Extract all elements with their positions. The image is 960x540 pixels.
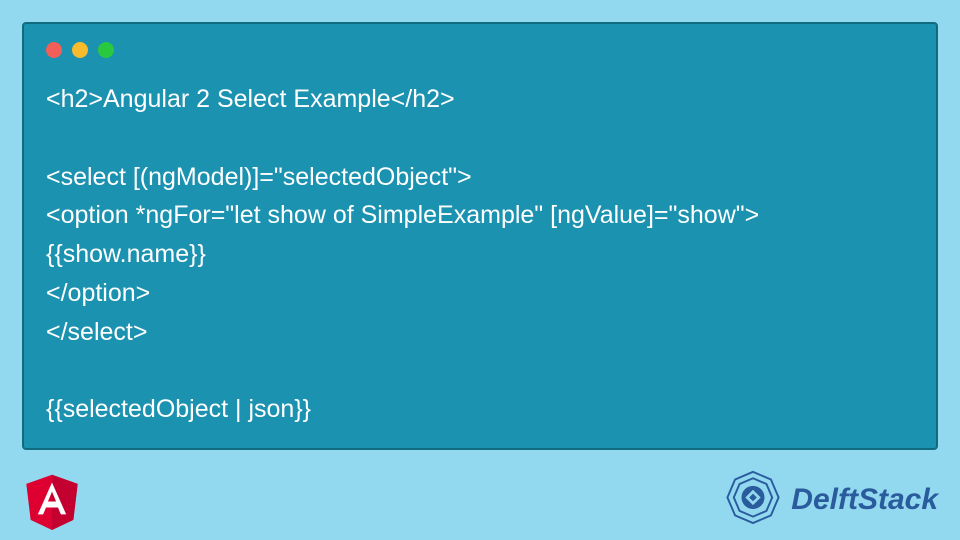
code-line bbox=[46, 351, 914, 390]
code-line: {{show.name}} bbox=[46, 235, 914, 274]
window-dot-close-icon bbox=[46, 42, 62, 58]
footer: DelftStack bbox=[0, 460, 960, 540]
window-dot-maximize-icon bbox=[98, 42, 114, 58]
code-line: <h2>Angular 2 Select Example</h2> bbox=[46, 80, 914, 119]
code-card: <h2>Angular 2 Select Example</h2> <selec… bbox=[22, 22, 938, 450]
code-block: <h2>Angular 2 Select Example</h2> <selec… bbox=[46, 80, 914, 429]
window-dots bbox=[46, 42, 914, 58]
code-line bbox=[46, 119, 914, 158]
delftstack-logo-icon bbox=[721, 468, 785, 532]
window-dot-minimize-icon bbox=[72, 42, 88, 58]
angular-logo-icon bbox=[22, 470, 82, 530]
delftstack-brand: DelftStack bbox=[721, 468, 938, 532]
delftstack-name: DelftStack bbox=[791, 483, 938, 517]
code-line: <select [(ngModel)]="selectedObject"> bbox=[46, 158, 914, 197]
code-line: {{selectedObject | json}} bbox=[46, 390, 914, 429]
code-line: </select> bbox=[46, 313, 914, 352]
code-line: <option *ngFor="let show of SimpleExampl… bbox=[46, 196, 914, 235]
code-line: </option> bbox=[46, 274, 914, 313]
